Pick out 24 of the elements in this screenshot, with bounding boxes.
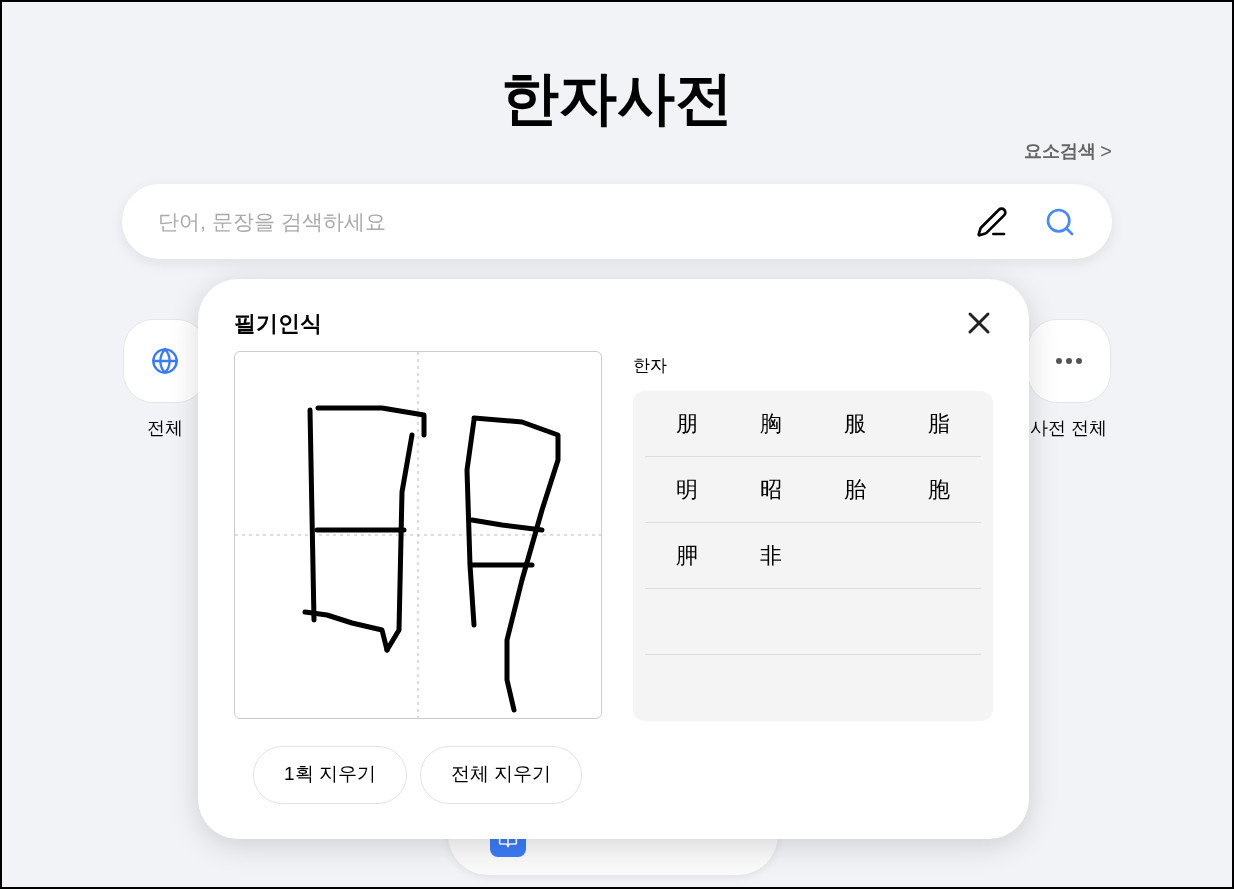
drawing-canvas[interactable]: [234, 351, 602, 719]
element-search-link[interactable]: 요소검색 >: [1024, 136, 1112, 166]
candidate-character[interactable]: 服: [813, 406, 897, 440]
page-title: 한자사전: [501, 64, 733, 132]
candidate-character[interactable]: 胞: [897, 472, 981, 506]
candidate-character[interactable]: 胸: [729, 406, 813, 440]
candidates-label: 한자: [633, 355, 668, 377]
candidate-character[interactable]: 明: [645, 472, 729, 506]
search-field[interactable]: 단어, 문장을 검색하세요: [158, 205, 976, 238]
search-bar[interactable]: 단어, 문장을 검색하세요: [122, 184, 1112, 259]
pen-icon[interactable]: [976, 205, 1008, 238]
candidate-character[interactable]: 非: [729, 538, 813, 572]
category-label: 사전 전체: [1030, 417, 1108, 440]
candidate-character[interactable]: 朋: [645, 406, 729, 440]
more-icon: [1056, 358, 1082, 364]
erase-button[interactable]: 1획 지우기: [253, 745, 407, 804]
panel-title: 필기인식: [234, 309, 322, 338]
erase-button[interactable]: 전체 지우기: [419, 745, 583, 804]
category-label: 전체: [147, 417, 183, 440]
candidate-character[interactable]: 胛: [645, 538, 729, 572]
candidate-character[interactable]: 胎: [813, 472, 897, 506]
candidate-character[interactable]: 昭: [729, 472, 813, 506]
globe-icon: [151, 347, 179, 375]
candidate-character[interactable]: 脂: [897, 406, 981, 440]
